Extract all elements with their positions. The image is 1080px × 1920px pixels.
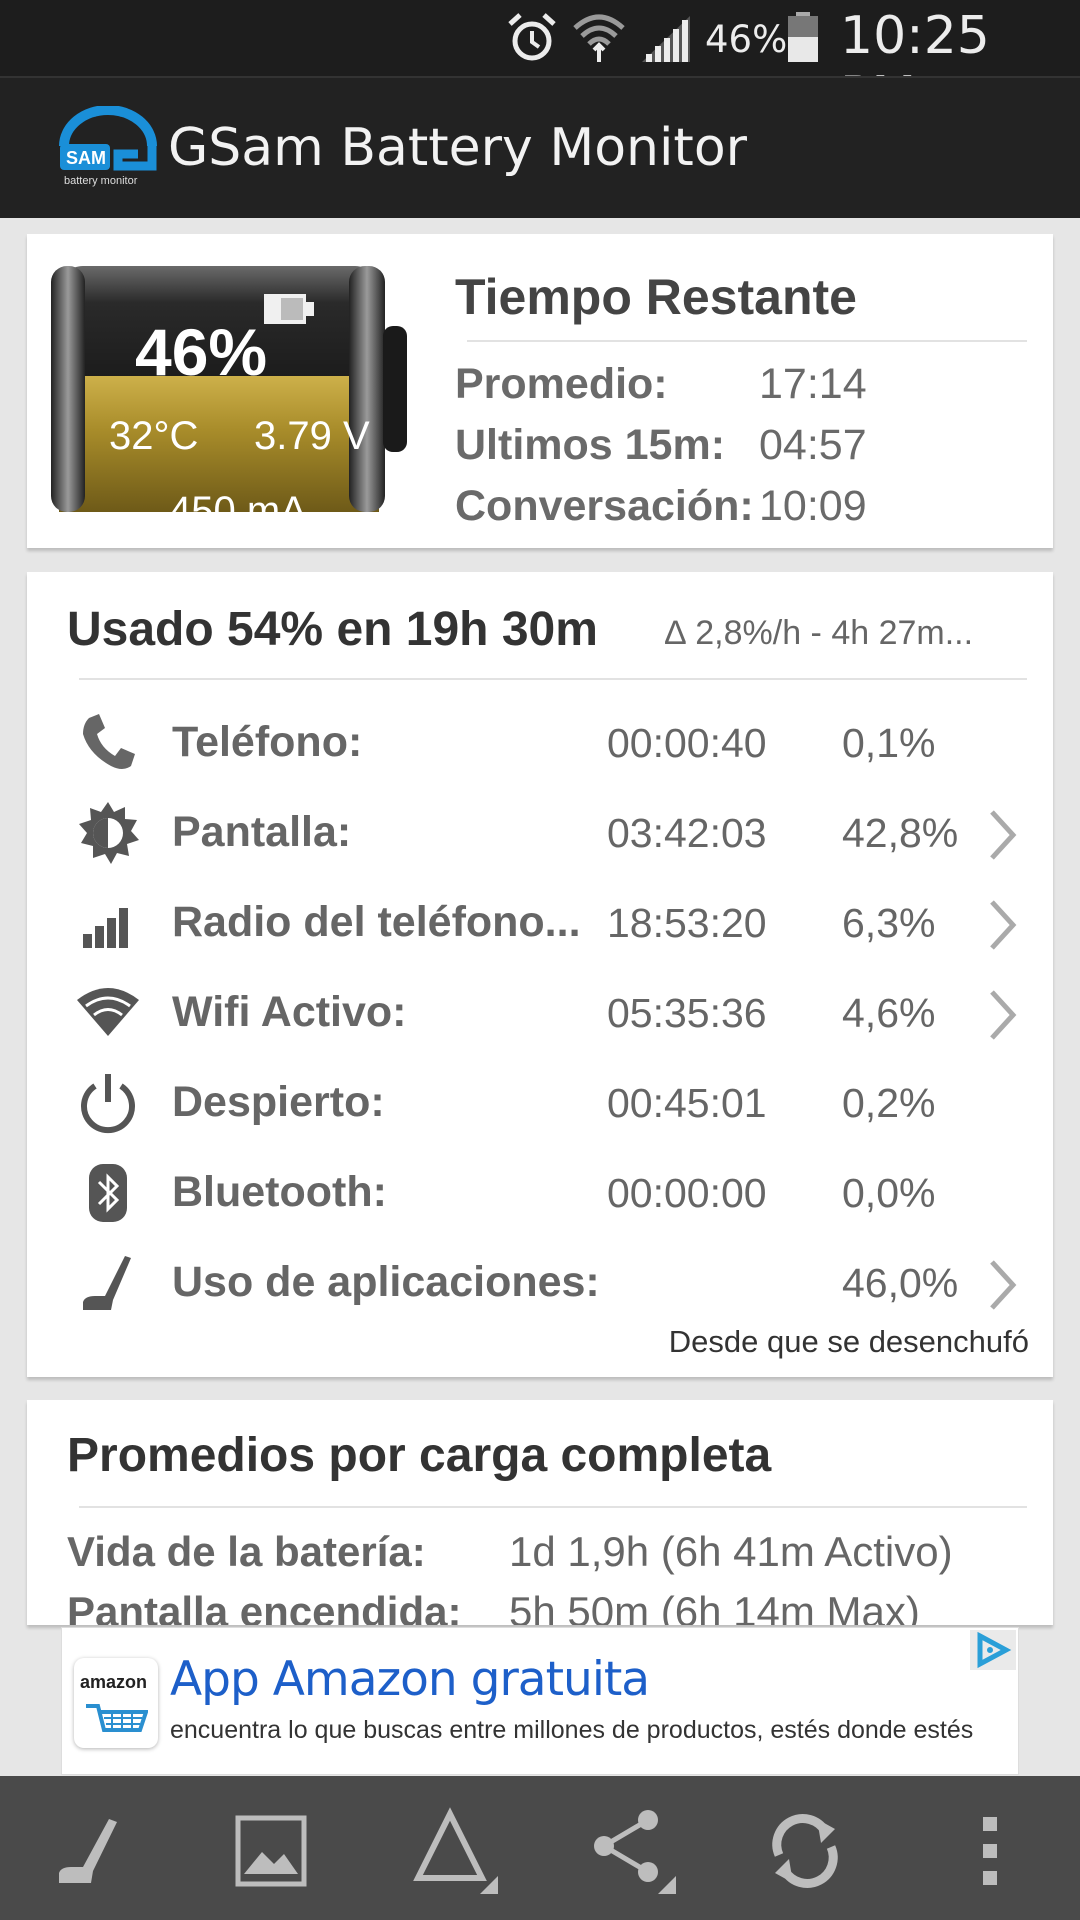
usage-card: Usado 54% en 19h 30m ∆ 2,8%/h - 4h 27m..…: [27, 572, 1053, 1377]
divider: [79, 1506, 1027, 1508]
share-icon: [594, 1810, 676, 1894]
usage-row-awake[interactable]: Despierto: 00:45:01 0,2%: [27, 1058, 1053, 1148]
divider: [467, 340, 1027, 342]
gauge-icon: [83, 1256, 131, 1310]
wifi-icon: [573, 14, 625, 62]
battery-card[interactable]: 46% 32°C 3.79 V 450 mA Tiempo Restante P…: [27, 234, 1053, 548]
svg-text:battery monitor: battery monitor: [64, 175, 138, 187]
battery-current: 450 mA: [169, 489, 307, 533]
usage-time: 00:45:01: [607, 1080, 767, 1126]
chevron-right-icon[interactable]: [987, 898, 1017, 952]
amazon-logo: amazon: [74, 1658, 158, 1748]
graph-button[interactable]: [226, 1806, 316, 1896]
chevron-right-icon[interactable]: [987, 1258, 1017, 1312]
time-remaining-label: Ultimos 15m:: [455, 421, 726, 469]
usage-row-apps[interactable]: Uso de aplicaciones: 46,0%: [27, 1238, 1053, 1328]
usage-row-radio[interactable]: Radio del teléfono... 18:53:20 6,3%: [27, 878, 1053, 968]
time-remaining-value: 04:57: [759, 421, 867, 469]
share-button[interactable]: [588, 1806, 678, 1896]
usage-time: 03:42:03: [607, 810, 767, 856]
status-battery-text: 46%: [705, 18, 788, 61]
averages-label: Pantalla encendida:: [67, 1588, 462, 1625]
usage-time: 18:53:20: [607, 900, 767, 946]
image-icon: [235, 1815, 307, 1887]
time-remaining-label: Conversación:: [455, 482, 754, 530]
averages-card: Promedios por carga completa Vida de la …: [27, 1400, 1053, 1625]
usage-row-phone[interactable]: Teléfono: 00:00:40 0,1%: [27, 698, 1053, 788]
usage-time: 00:00:40: [607, 720, 767, 766]
delta-button[interactable]: [410, 1806, 500, 1896]
time-remaining-value: 10:09: [759, 482, 867, 530]
action-bar: SAM battery monitor GSam Battery Monitor: [0, 76, 1080, 218]
refresh-button[interactable]: [760, 1806, 850, 1896]
adchoices-icon[interactable]: [970, 1630, 1016, 1670]
usage-time: 00:00:00: [607, 1170, 767, 1216]
ad-banner[interactable]: amazon App Amazon gratuita encuentra lo …: [61, 1627, 1019, 1775]
ad-subtitle: encuentra lo que buscas entre millones d…: [170, 1716, 974, 1744]
usage-row-wifi[interactable]: Wifi Activo: 05:35:36 4,6%: [27, 968, 1053, 1058]
usage-percent: 0,2%: [842, 1080, 936, 1126]
battery-graphic: 46% 32°C 3.79 V 450 mA: [49, 264, 409, 533]
refresh-icon: [772, 1814, 838, 1888]
usage-label: Bluetooth:: [172, 1168, 387, 1216]
usage-percent: 46,0%: [842, 1260, 959, 1306]
usage-percent: 0,0%: [842, 1170, 936, 1216]
time-remaining-value: 17:14: [759, 360, 867, 408]
overflow-menu-button[interactable]: [945, 1806, 1035, 1896]
averages-label: Vida de la batería:: [67, 1528, 426, 1575]
gauge-button[interactable]: [44, 1806, 134, 1896]
battery-temperature: 32°C: [109, 414, 199, 458]
usage-label: Wifi Activo:: [172, 988, 407, 1036]
usage-percent: 4,6%: [842, 990, 936, 1036]
gauge-icon: [59, 1819, 117, 1883]
usage-title: Usado 54% en 19h 30m: [67, 603, 598, 656]
delta-icon: [413, 1807, 498, 1894]
signal-bars-icon: [83, 908, 128, 948]
power-icon: [81, 1074, 135, 1134]
overflow-menu-icon: [983, 1817, 997, 1885]
usage-delta: ∆ 2,8%/h - 4h 27m...: [665, 614, 974, 652]
usage-time: 05:35:36: [607, 990, 767, 1036]
since-unplugged-note: Desde que se desenchufó: [668, 1324, 1029, 1359]
usage-percent: 42,8%: [842, 810, 959, 856]
chevron-right-icon[interactable]: [987, 988, 1017, 1042]
battery-percent: 46%: [135, 315, 268, 389]
time-remaining-label: Promedio:: [455, 360, 668, 408]
usage-percent: 6,3%: [842, 900, 936, 946]
ad-title: App Amazon gratuita: [170, 1652, 650, 1707]
averages-value: 5h 50m (6h 14m Max): [509, 1588, 920, 1625]
alarm-icon: [508, 13, 556, 61]
signal-icon: [642, 16, 690, 62]
cart-icon: [86, 1704, 148, 1732]
averages-value: 1d 1,9h (6h 41m Activo): [509, 1528, 953, 1575]
divider: [79, 678, 1027, 680]
chevron-right-icon[interactable]: [987, 808, 1017, 862]
app-title: GSam Battery Monitor: [168, 118, 748, 178]
usage-label: Radio del teléfono...: [172, 898, 581, 946]
usage-label: Pantalla:: [172, 808, 352, 856]
usage-percent: 0,1%: [842, 720, 936, 766]
usage-label: Teléfono:: [172, 718, 363, 766]
svg-text:SAM: SAM: [66, 148, 106, 168]
usage-label: Uso de aplicaciones:: [172, 1258, 600, 1306]
phone-icon: [83, 714, 135, 769]
averages-title: Promedios por carga completa: [67, 1429, 772, 1482]
time-remaining-title: Tiempo Restante: [455, 269, 857, 325]
bluetooth-icon: [89, 1164, 127, 1222]
usage-label: Despierto:: [172, 1078, 385, 1126]
bottom-toolbar: [0, 1776, 1080, 1920]
battery-voltage: 3.79 V: [254, 414, 370, 458]
wifi-icon: [77, 988, 139, 1036]
usage-row-bluetooth[interactable]: Bluetooth: 00:00:00 0,0%: [27, 1148, 1053, 1238]
status-bar: 46% 10:25 PM: [0, 0, 1080, 126]
battery-icon: [788, 12, 818, 62]
app-logo: SAM battery monitor: [59, 106, 157, 187]
usage-row-screen[interactable]: Pantalla: 03:42:03 42,8%: [27, 788, 1053, 878]
brightness-icon: [79, 802, 139, 864]
